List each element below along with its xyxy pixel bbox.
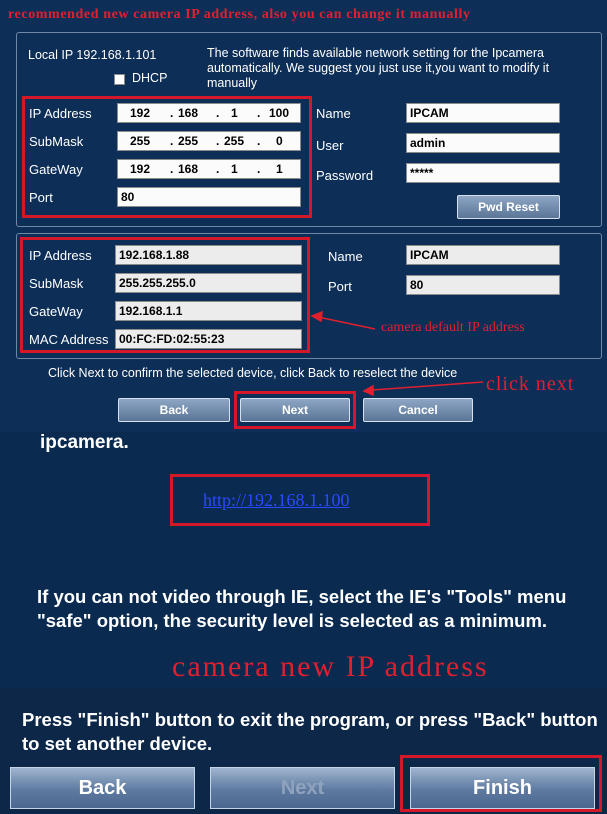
finish-heading: ipcamera. [40, 432, 129, 453]
finish-next-button[interactable]: Next [210, 767, 395, 809]
finish-back-button[interactable]: Back [10, 767, 195, 809]
ie-note: If you can not video through IE, select … [37, 586, 567, 631]
annotation-new-ip: camera new IP address [172, 650, 489, 683]
finish-button[interactable]: Finish [410, 767, 595, 809]
camera-url-link[interactable]: http://192.168.1.100 [203, 490, 350, 511]
finish-note: Press "Finish" button to exit the progra… [22, 709, 598, 754]
